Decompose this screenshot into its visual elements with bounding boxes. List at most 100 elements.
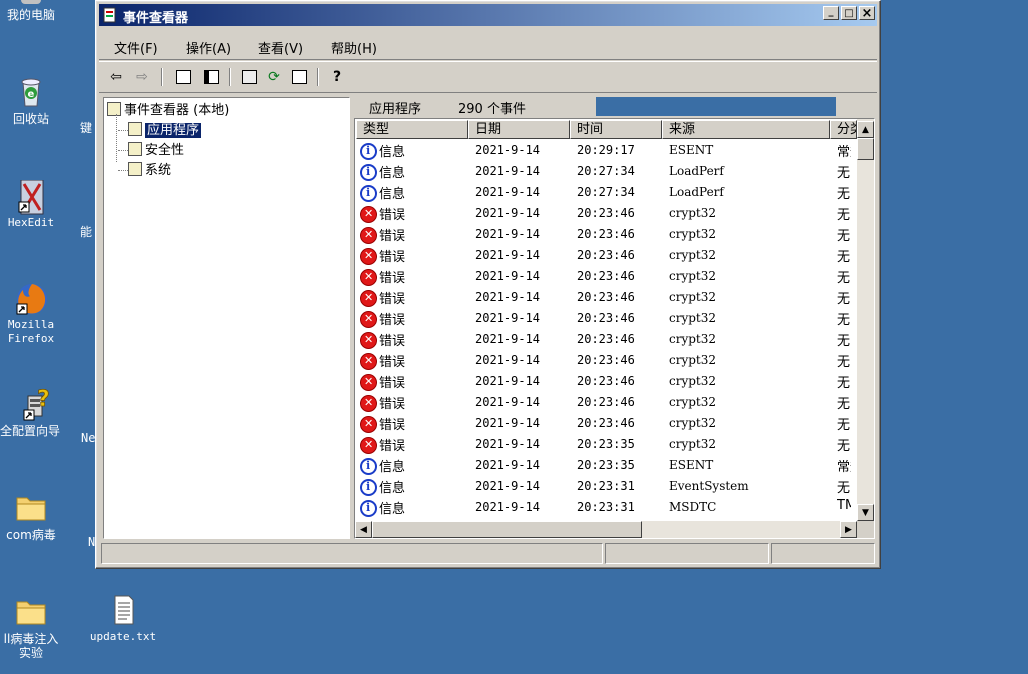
event-row[interactable]: 错误 2021-9-14 20:23:46 crypt32 无 bbox=[357, 329, 853, 350]
scroll-down-icon[interactable]: ▼ bbox=[857, 504, 874, 521]
tree-root[interactable]: 事件查看器 (本地) bbox=[107, 99, 229, 118]
title-bar[interactable]: 事件查看器 _ □ × bbox=[99, 4, 877, 26]
event-time: 20:23:46 bbox=[577, 227, 635, 241]
tree-item-system[interactable]: 系统 bbox=[118, 159, 171, 178]
scroll-up-icon[interactable]: ▲ bbox=[857, 121, 874, 138]
close-icon: × bbox=[861, 5, 873, 21]
desktop-icon-recycle-bin[interactable]: e 回收站 bbox=[0, 76, 66, 126]
event-category: 无 bbox=[837, 481, 851, 496]
column-type[interactable]: 类型 bbox=[356, 120, 468, 139]
firefox-icon bbox=[15, 282, 47, 315]
event-date: 2021-9-14 bbox=[475, 374, 541, 388]
desktop-icon-label: 回收站 bbox=[12, 112, 49, 126]
info-icon bbox=[360, 143, 377, 160]
menu-help[interactable]: 帮助(H) bbox=[331, 38, 377, 57]
event-time: 20:23:46 bbox=[577, 353, 635, 367]
desktop-icon-hexedit[interactable]: HexEdit bbox=[0, 179, 66, 230]
back-arrow-icon[interactable]: ⇦ bbox=[106, 67, 126, 87]
up-folder-icon[interactable] bbox=[173, 67, 193, 87]
minimize-button[interactable]: _ bbox=[823, 6, 839, 20]
error-icon bbox=[360, 353, 377, 370]
event-row[interactable]: 信息 2021-9-14 20:27:34 LoadPerf 无 bbox=[357, 182, 853, 203]
scroll-thumb[interactable] bbox=[857, 138, 874, 160]
tree-pane: 事件查看器 (本地) 应用程序 安全性 系统 bbox=[103, 97, 350, 539]
refresh-icon[interactable]: ⟳ bbox=[264, 67, 284, 87]
event-type-label: 错误 bbox=[379, 229, 406, 244]
event-source: crypt32 bbox=[669, 374, 717, 388]
tree-branch bbox=[118, 150, 128, 151]
header-bar bbox=[596, 97, 836, 116]
maximize-button[interactable]: □ bbox=[841, 6, 857, 20]
event-time: 20:23:46 bbox=[577, 290, 635, 304]
menu-view[interactable]: 查看(V) bbox=[258, 38, 303, 57]
scroll-thumb[interactable] bbox=[372, 521, 642, 538]
toolbar-separator bbox=[161, 68, 163, 86]
desktop-icon-my-computer[interactable]: 我的电脑 bbox=[0, 0, 66, 22]
error-icon bbox=[360, 374, 377, 391]
event-type: 错误 bbox=[360, 351, 405, 370]
column-label: 日期 bbox=[475, 122, 502, 137]
event-row[interactable]: 错误 2021-9-14 20:23:46 crypt32 无 bbox=[357, 203, 853, 224]
event-viewer-icon bbox=[107, 102, 121, 116]
horizontal-scrollbar[interactable]: ◀ ▶ bbox=[355, 521, 857, 538]
event-category: 无 bbox=[837, 166, 851, 181]
desktop-icon-label: 全配置向导 bbox=[0, 424, 61, 438]
help-icon[interactable]: ? bbox=[327, 67, 347, 87]
event-row[interactable]: 信息 2021-9-14 20:23:35 ESENT 常规 bbox=[357, 455, 853, 476]
event-type: 信息 bbox=[360, 477, 405, 496]
scroll-right-icon[interactable]: ▶ bbox=[840, 521, 857, 538]
export-list-icon[interactable] bbox=[289, 67, 309, 87]
menu-action[interactable]: 操作(A) bbox=[186, 38, 231, 57]
event-row[interactable]: 信息 2021-9-14 20:23:31 EventSystem 无 bbox=[357, 476, 853, 497]
show-tree-icon[interactable] bbox=[201, 67, 221, 87]
desktop-icon-update-txt[interactable]: update.txt bbox=[88, 594, 158, 644]
scroll-left-icon[interactable]: ◀ bbox=[355, 521, 372, 538]
event-type-label: 信息 bbox=[379, 502, 406, 517]
column-label: 来源 bbox=[669, 122, 696, 137]
toolbar-separator bbox=[229, 68, 231, 86]
event-category: 无 bbox=[837, 292, 851, 307]
column-label: 类型 bbox=[363, 122, 390, 137]
event-row[interactable]: 错误 2021-9-14 20:23:46 crypt32 无 bbox=[357, 350, 853, 371]
tree-item-security[interactable]: 安全性 bbox=[118, 139, 184, 158]
desktop-icon-firefox[interactable]: Mozilla Firefox bbox=[0, 282, 66, 346]
event-row[interactable]: 信息 2021-9-14 20:27:34 LoadPerf 无 bbox=[357, 161, 853, 182]
event-type-label: 错误 bbox=[379, 250, 406, 265]
computer-icon bbox=[21, 0, 41, 4]
event-type: 错误 bbox=[360, 288, 405, 307]
tree-item-application[interactable]: 应用程序 bbox=[118, 119, 202, 138]
event-row[interactable]: 错误 2021-9-14 20:23:46 crypt32 无 bbox=[357, 287, 853, 308]
column-date[interactable]: 日期 bbox=[468, 120, 570, 139]
info-icon bbox=[360, 479, 377, 496]
menu-file[interactable]: 文件(F) bbox=[114, 38, 158, 57]
event-row[interactable]: 错误 2021-9-14 20:23:46 crypt32 无 bbox=[357, 245, 853, 266]
column-category[interactable]: 分类 bbox=[830, 120, 857, 139]
column-label: 分类 bbox=[837, 122, 856, 137]
error-icon bbox=[360, 290, 377, 307]
vertical-scrollbar[interactable]: ▲ ▼ bbox=[857, 119, 874, 521]
desktop-icon-com-virus-folder[interactable]: com病毒 bbox=[0, 492, 66, 542]
event-row[interactable]: 错误 2021-9-14 20:23:46 crypt32 无 bbox=[357, 413, 853, 434]
column-source[interactable]: 来源 bbox=[662, 120, 830, 139]
event-row[interactable]: 错误 2021-9-14 20:23:46 crypt32 无 bbox=[357, 266, 853, 287]
event-viewer-window: 事件查看器 _ □ × 文件(F) 操作(A) 查看(V) 帮助(H) ⇦ ⇨ … bbox=[95, 0, 881, 569]
event-row[interactable]: 错误 2021-9-14 20:23:46 crypt32 无 bbox=[357, 224, 853, 245]
event-row[interactable]: 错误 2021-9-14 20:23:46 crypt32 无 bbox=[357, 308, 853, 329]
event-row[interactable]: 错误 2021-9-14 20:23:46 crypt32 无 bbox=[357, 371, 853, 392]
event-type-label: 错误 bbox=[379, 292, 406, 307]
desktop-icon-dll-folder[interactable]: ll病毒注入 实验 bbox=[0, 596, 66, 660]
event-row[interactable]: 错误 2021-9-14 20:23:35 crypt32 无 bbox=[357, 434, 853, 455]
column-time[interactable]: 时间 bbox=[570, 120, 662, 139]
desktop-icon-security-wizard[interactable]: ? 全配置向导 bbox=[0, 387, 82, 438]
event-source: crypt32 bbox=[669, 437, 717, 451]
close-button[interactable]: × bbox=[859, 5, 875, 21]
log-icon bbox=[128, 162, 142, 176]
event-type: 信息 bbox=[360, 183, 405, 202]
event-row[interactable]: 信息 2021-9-14 20:23:31 MSDTC TM bbox=[357, 497, 853, 518]
forward-arrow-icon[interactable]: ⇨ bbox=[132, 67, 152, 87]
properties-icon[interactable] bbox=[239, 67, 259, 87]
event-type: 错误 bbox=[360, 330, 405, 349]
event-row[interactable]: 信息 2021-9-14 20:29:17 ESENT 常规 bbox=[357, 140, 853, 161]
event-row[interactable]: 错误 2021-9-14 20:23:46 crypt32 无 bbox=[357, 392, 853, 413]
event-date: 2021-9-14 bbox=[475, 227, 541, 241]
